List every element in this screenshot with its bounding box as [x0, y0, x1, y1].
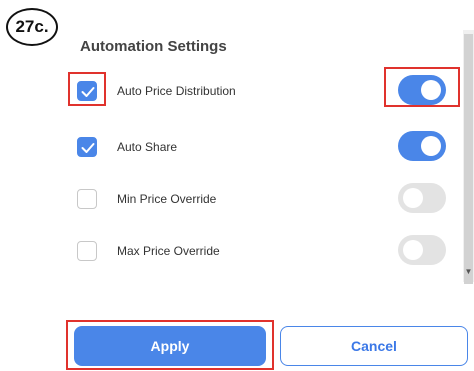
auto-share-label: Auto Share	[117, 140, 178, 154]
max-price-override-toggle[interactable]	[398, 235, 446, 265]
toggle-knob	[421, 136, 441, 156]
min-price-override-toggle[interactable]	[398, 183, 446, 213]
auto-share-toggle[interactable]	[398, 131, 446, 161]
auto-share-checkbox[interactable]	[77, 137, 97, 157]
step-badge: 27c.	[6, 8, 58, 46]
min-price-override-label: Min Price Override	[117, 192, 217, 206]
section-title: Automation Settings	[80, 38, 227, 55]
setting-row-max-price-override: Max Price Override	[0, 232, 460, 272]
cancel-button[interactable]: Cancel	[280, 326, 468, 366]
auto-price-distribution-checkbox[interactable]	[77, 81, 97, 101]
scrollbar[interactable]: ▼	[463, 30, 474, 284]
max-price-override-label: Max Price Override	[117, 244, 220, 258]
setting-row-min-price-override: Min Price Override	[0, 180, 460, 220]
auto-price-distribution-label: Auto Price Distribution	[117, 84, 236, 98]
checkmark-icon	[81, 143, 95, 153]
toggle-knob	[403, 188, 423, 208]
toggle-knob	[421, 80, 441, 100]
scroll-down-arrow-icon[interactable]: ▼	[464, 266, 473, 278]
max-price-override-checkbox[interactable]	[77, 241, 97, 261]
min-price-override-checkbox[interactable]	[77, 189, 97, 209]
setting-row-auto-share: Auto Share	[0, 128, 460, 168]
auto-price-distribution-toggle[interactable]	[398, 75, 446, 105]
scrollbar-thumb[interactable]	[464, 34, 473, 284]
toggle-knob	[403, 240, 423, 260]
setting-row-auto-price-distribution: Auto Price Distribution	[0, 72, 460, 112]
checkmark-icon	[81, 87, 95, 97]
apply-button[interactable]: Apply	[74, 326, 266, 366]
